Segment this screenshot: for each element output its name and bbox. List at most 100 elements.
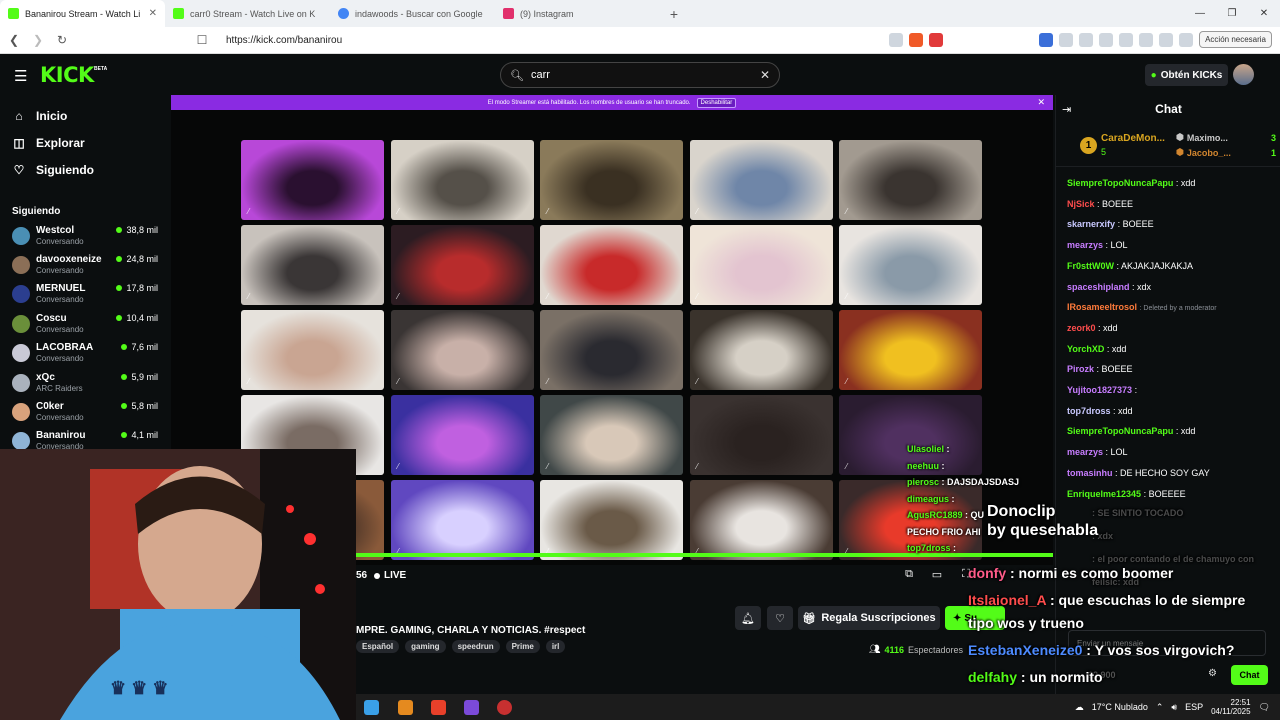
muted-mic-icon: ⁄ <box>248 377 250 386</box>
menu-icon[interactable]: ☰ <box>14 67 27 85</box>
share-icon[interactable] <box>889 32 904 47</box>
tag[interactable]: speedrun <box>451 640 500 653</box>
channel-westcol[interactable]: Westcol Conversando 38,8 mil <box>12 225 162 254</box>
heart-icon: ♡ <box>13 163 25 177</box>
live-dot-icon <box>116 227 123 233</box>
bookmark-icon[interactable]: ☐ <box>192 33 212 47</box>
translate-icon[interactable] <box>1039 32 1054 47</box>
browser-tab-3[interactable]: (9) Instagram <box>495 0 660 27</box>
gift-subs-button[interactable]: 🎁︎ Regala Suscripciones <box>798 606 940 630</box>
tabs-icon[interactable] <box>1139 32 1154 47</box>
tag[interactable]: Prime <box>505 640 540 653</box>
clock[interactable]: 22:51 04/11/2025 <box>1211 698 1250 716</box>
get-kicks-button[interactable]: ● Obtén KICKs <box>1145 64 1228 86</box>
theater-mode-icon[interactable]: ▭ <box>930 568 944 582</box>
chat-text: : LOL <box>1105 240 1128 251</box>
sidebar-icon[interactable] <box>1119 32 1134 47</box>
chat-message: Fr0sttW0W : AKJAKJAJKAKJA <box>1067 261 1193 271</box>
sidebar-item-inicio[interactable]: ⌂ Inicio <box>12 109 67 123</box>
rank-badge: 1 <box>1080 137 1097 154</box>
rewards-icon[interactable] <box>929 32 944 47</box>
app-icon[interactable] <box>497 700 512 715</box>
app-icon[interactable] <box>364 700 379 715</box>
tag[interactable]: Español <box>356 640 400 653</box>
chat-username[interactable]: Pirozk <box>1067 364 1094 374</box>
browser-tab-2[interactable]: indawoods - Buscar con Google <box>330 0 495 27</box>
channel-mernuel[interactable]: MERNUEL Conversando 17,8 mil <box>12 283 162 312</box>
chat-username[interactable]: spaceshipland <box>1067 282 1130 292</box>
brave-icon[interactable] <box>431 700 446 715</box>
live-dot-icon <box>116 315 123 321</box>
close-window-icon[interactable]: ✕ <box>1248 0 1280 27</box>
viewer-count-value: 4116 <box>884 644 904 655</box>
browser-tab-1[interactable]: carr0 Stream - Watch Live on K <box>165 0 330 27</box>
language-indicator[interactable]: ESP <box>1185 702 1203 712</box>
clear-search-icon[interactable]: ✕ <box>760 68 770 82</box>
app-icon[interactable] <box>464 700 479 715</box>
notification-icon[interactable]: 🗨︎ <box>1259 702 1270 713</box>
chat-username[interactable]: Enriquelme12345 <box>1067 489 1141 499</box>
disable-streamer-mode-button[interactable]: Deshabilitar <box>696 97 737 108</box>
chat-username[interactable]: skarnerxify <box>1067 219 1115 229</box>
close-tab-icon[interactable]: ✕ <box>149 8 157 19</box>
chat-username[interactable]: mearzys <box>1067 447 1103 457</box>
video-tile: ⁄ <box>839 310 982 390</box>
chat-username[interactable]: NjSick <box>1067 199 1095 209</box>
search-value[interactable]: carr <box>531 69 760 81</box>
chat-username[interactable]: tomasinhu <box>1067 468 1113 478</box>
wallet-icon[interactable] <box>1079 32 1094 47</box>
send-chat-button[interactable]: Chat <box>1231 665 1268 685</box>
muted-mic-icon: ⁄ <box>696 292 698 301</box>
volume-icon[interactable]: 🔊︎ <box>1171 702 1177 713</box>
webcam-overlay: ♛ ♛ ♛ <box>0 449 356 720</box>
muted-mic-icon: ⁄ <box>846 207 848 216</box>
channel-lacobraa[interactable]: LACOBRAA Conversando 7,6 mil <box>12 342 162 371</box>
tag[interactable]: irl <box>545 640 566 653</box>
chat-username[interactable]: Yujitoo1827373 <box>1067 385 1132 395</box>
reload-icon[interactable]: ↻ <box>52 33 72 47</box>
forward-icon[interactable]: ❯ <box>28 33 48 47</box>
back-icon[interactable]: ❮ <box>4 33 24 47</box>
sidebar-item-label: Explorar <box>36 136 85 150</box>
chat-header: ⇥ Chat <box>1056 95 1280 123</box>
sidebar-item-siguiendo[interactable]: ♡ Siguiendo <box>12 163 94 177</box>
chat-username[interactable]: zeork0 <box>1067 323 1096 333</box>
follow-button[interactable]: ♡ <box>767 606 793 630</box>
close-banner-icon[interactable]: ✕ <box>1037 97 1045 108</box>
channel-xqc[interactable]: xQc ARC Raiders 5,9 mil <box>12 372 162 401</box>
avatar[interactable] <box>1233 64 1254 85</box>
channel-category: Conversando <box>36 413 84 422</box>
chat-username[interactable]: top7dross <box>1067 406 1111 416</box>
gear-icon[interactable]: ⚙ <box>1208 668 1217 679</box>
pip-icon[interactable]: ⧉ <box>902 568 916 582</box>
new-tab-button[interactable]: + <box>660 0 688 27</box>
sidebar-item-explorar[interactable]: ◫ Explorar <box>12 136 85 150</box>
channel-c0ker[interactable]: C0ker Conversando 5,8 mil <box>12 401 162 430</box>
notification-bell-button[interactable]: 🔔︎ <box>735 606 761 630</box>
kick-logo[interactable]: KICK <box>40 63 94 87</box>
muted-mic-icon: ⁄ <box>696 207 698 216</box>
app-icon[interactable] <box>398 700 413 715</box>
channel-davooxeneize[interactable]: davooxeneize Conversando 24,8 mil <box>12 254 162 283</box>
action-required-button[interactable]: Acción necesaria <box>1199 31 1272 48</box>
vpn-icon[interactable] <box>1179 32 1194 47</box>
music-icon[interactable] <box>1099 32 1114 47</box>
url-field[interactable]: https://kick.com/bananirou <box>226 35 342 46</box>
chat-username[interactable]: YorchXD <box>1067 344 1104 354</box>
tag[interactable]: gaming <box>405 640 446 653</box>
restore-icon[interactable]: ❐ <box>1216 0 1248 27</box>
chat-username[interactable]: IRosameeltrosol <box>1067 302 1137 312</box>
chat-username[interactable]: SiempreTopoNuncaPapu <box>1067 178 1173 188</box>
minimize-icon[interactable]: — <box>1184 0 1216 27</box>
search-input[interactable]: 🔍︎ carr ✕ <box>500 62 780 88</box>
leo-icon[interactable] <box>1159 32 1174 47</box>
network-icon[interactable]: ⌃ <box>1156 702 1164 713</box>
chat-username[interactable]: mearzys <box>1067 240 1103 250</box>
shield-icon[interactable] <box>909 32 924 47</box>
video-progress-bar[interactable] <box>356 553 1053 557</box>
chat-username[interactable]: SiempreTopoNuncaPapu <box>1067 426 1173 436</box>
browser-tab-0[interactable]: Bananirou Stream - Watch Li ✕ <box>0 0 165 27</box>
chat-username[interactable]: Fr0sttW0W <box>1067 261 1114 271</box>
channel-coscu[interactable]: Coscu Conversando 10,4 mil <box>12 313 162 342</box>
extensions-icon[interactable] <box>1059 32 1074 47</box>
